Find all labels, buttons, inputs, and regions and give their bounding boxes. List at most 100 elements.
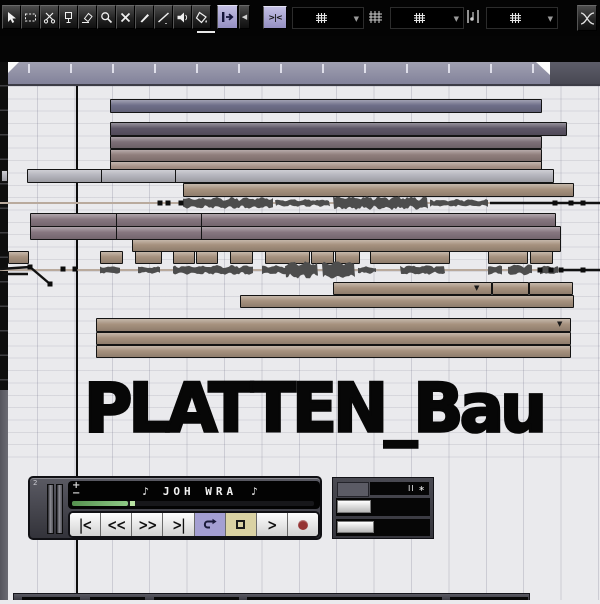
grid-dense-icon xyxy=(368,10,383,24)
forward-button[interactable]: >> xyxy=(132,513,163,536)
play-tool-button[interactable] xyxy=(173,5,192,29)
lcd-progress-bar[interactable] xyxy=(72,501,314,506)
range-tool-button[interactable] xyxy=(21,5,40,29)
to-end-button[interactable]: >| xyxy=(163,513,194,536)
erase-tool-button[interactable] xyxy=(78,5,97,29)
chevron-down-icon: ▼ xyxy=(354,15,359,23)
audio-clip[interactable] xyxy=(265,251,310,264)
grid-type-select-1[interactable]: ▼ xyxy=(292,7,364,29)
audio-clip[interactable]: ▼ xyxy=(96,318,571,332)
eraser-icon xyxy=(81,11,94,24)
glue-icon xyxy=(62,11,75,24)
toolbar-gap-strip xyxy=(0,36,600,62)
stop-button[interactable] xyxy=(226,513,257,536)
audio-clip[interactable] xyxy=(1,170,8,182)
audio-clip[interactable] xyxy=(335,251,360,264)
clip-divider xyxy=(116,214,117,226)
audio-clip[interactable] xyxy=(196,251,218,264)
crossfade-button[interactable] xyxy=(577,5,597,31)
clip-menu-triangle-icon[interactable]: ▼ xyxy=(474,284,479,293)
player-unit-label: 2 xyxy=(33,479,37,487)
audio-clip[interactable] xyxy=(30,226,561,240)
track-color-strip-lower xyxy=(0,390,8,600)
side-module-display[interactable] xyxy=(337,482,369,497)
stop-square-icon xyxy=(236,520,245,529)
rewind-button[interactable]: << xyxy=(101,513,132,536)
audio-clip[interactable] xyxy=(96,332,571,345)
toolbar-collapse-button[interactable]: ◀ xyxy=(239,5,250,29)
horizontal-slider-upper[interactable] xyxy=(337,500,371,513)
cycle-loop-icon xyxy=(202,518,218,531)
clip-divider xyxy=(116,227,117,239)
to-end-icon: >| xyxy=(172,516,184,534)
progress-fill xyxy=(72,501,128,506)
record-button[interactable] xyxy=(288,513,318,536)
player-lcd-display: + − ♪JOH WRA♪ xyxy=(68,481,320,509)
autoscroll-button[interactable] xyxy=(217,5,238,29)
audio-clip[interactable] xyxy=(173,251,195,264)
audio-clip[interactable] xyxy=(110,136,542,149)
clip-divider xyxy=(201,227,202,239)
line-tool-button[interactable] xyxy=(154,5,173,29)
tempo-minus-button[interactable]: − xyxy=(72,488,80,499)
paint-bucket-icon xyxy=(195,11,208,24)
project-end-marker[interactable] xyxy=(536,62,550,75)
audio-clip[interactable] xyxy=(311,251,334,264)
chevron-down-icon: ▼ xyxy=(548,15,553,23)
draw-tool-button[interactable] xyxy=(135,5,154,29)
crossfade-icon xyxy=(580,12,595,25)
player-side-module: II ∗ xyxy=(332,477,434,539)
tool-submenu-indicator xyxy=(197,31,215,33)
track-color-strip xyxy=(0,62,8,390)
cycle-button[interactable] xyxy=(195,513,226,536)
audio-clip[interactable] xyxy=(27,169,554,183)
audio-clip[interactable] xyxy=(100,251,123,264)
timeline-ruler[interactable] xyxy=(8,62,600,86)
clip-menu-triangle-icon[interactable]: ▼ xyxy=(557,320,562,329)
clip-divider xyxy=(201,214,202,226)
project-start-marker[interactable] xyxy=(8,62,19,73)
color-tool-button[interactable] xyxy=(192,5,211,29)
player-fader-right[interactable] xyxy=(56,484,63,534)
audio-clip[interactable] xyxy=(370,251,450,264)
glue-tool-button[interactable] xyxy=(59,5,78,29)
horizontal-slider-lower[interactable] xyxy=(337,521,374,533)
audio-clip[interactable]: ▼ xyxy=(333,282,492,295)
grid-type-select-2[interactable]: ▼ xyxy=(390,7,464,29)
audio-clip[interactable] xyxy=(183,183,574,197)
audio-clip[interactable] xyxy=(110,99,542,113)
audio-clip[interactable] xyxy=(492,282,529,295)
mute-x-icon xyxy=(119,11,132,24)
player-fader-left[interactable] xyxy=(47,484,54,534)
slider-track-lower xyxy=(336,519,430,536)
audio-clip[interactable] xyxy=(96,345,571,358)
zoom-tool-button[interactable] xyxy=(97,5,116,29)
play-button[interactable]: > xyxy=(257,513,288,536)
audio-clip[interactable] xyxy=(110,122,567,136)
lcd-track-title: ♪JOH WRA♪ xyxy=(84,485,316,498)
select-tool-button[interactable] xyxy=(2,5,21,29)
audio-clip[interactable] xyxy=(530,251,553,264)
ruler-out-of-project-area xyxy=(550,62,600,84)
quantize-icon[interactable] xyxy=(466,9,480,24)
grid-icon xyxy=(315,12,328,24)
snap-button[interactable]: >|< xyxy=(263,6,287,29)
line-icon xyxy=(157,11,170,24)
to-start-icon: |< xyxy=(79,516,91,534)
audio-clip[interactable] xyxy=(488,251,528,264)
split-tool-button[interactable] xyxy=(40,5,59,29)
audio-clip[interactable] xyxy=(529,282,573,295)
clip-divider xyxy=(175,170,176,182)
mute-tool-button[interactable] xyxy=(116,5,135,29)
second-player-panel-edge xyxy=(13,593,530,600)
mini-player-panel: 2 + − ♪JOH WRA♪ |< <<>> >| > xyxy=(28,476,322,540)
audio-clip[interactable] xyxy=(135,251,162,264)
audio-clip[interactable] xyxy=(230,251,253,264)
audio-clip[interactable] xyxy=(30,213,556,227)
snap-icon: >|< xyxy=(268,13,281,22)
audio-clip[interactable] xyxy=(240,295,574,308)
to-start-button[interactable]: |< xyxy=(70,513,101,536)
audio-clip[interactable] xyxy=(8,251,29,264)
grid-icon xyxy=(413,12,426,24)
grid-type-select-3[interactable]: ▼ xyxy=(486,7,558,29)
